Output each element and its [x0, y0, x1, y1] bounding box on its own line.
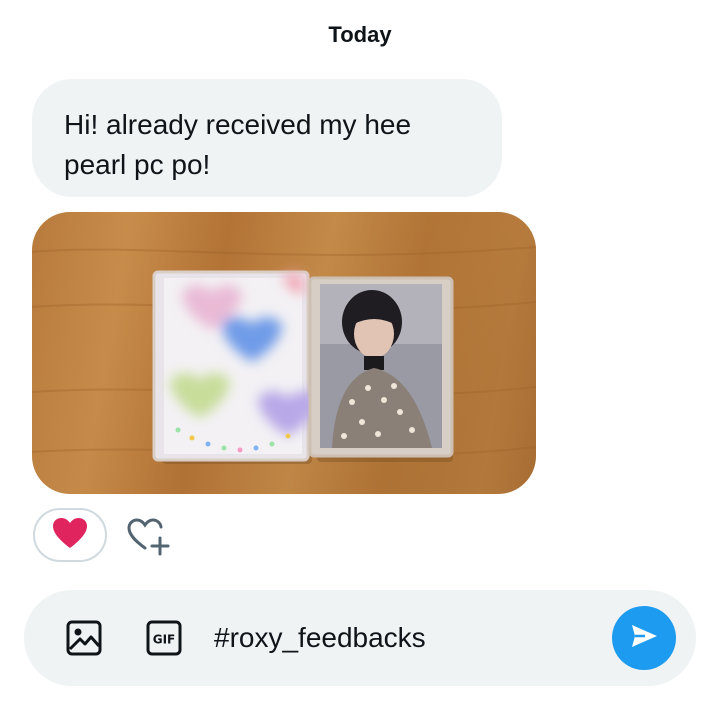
send-button[interactable] — [612, 606, 676, 670]
heart-icon — [52, 517, 88, 554]
add-reaction-button[interactable] — [126, 516, 172, 556]
photocard-hearts — [152, 270, 318, 462]
send-arrow-icon — [629, 621, 659, 656]
photocard-portrait — [308, 276, 454, 458]
heart-reaction-button[interactable] — [33, 508, 107, 562]
message-input[interactable]: #roxy_feedbacks — [214, 620, 426, 656]
message-photo[interactable] — [32, 212, 536, 494]
message-text: Hi! already received my hee pearl pc po! — [64, 109, 412, 180]
message-composer: GIF #roxy_feedbacks — [24, 590, 696, 686]
gif-icon[interactable]: GIF — [146, 620, 182, 656]
svg-text:GIF: GIF — [153, 633, 176, 647]
heart-plus-icon — [126, 518, 172, 560]
message-bubble[interactable]: Hi! already received my hee pearl pc po! — [32, 79, 502, 197]
image-icon[interactable] — [66, 620, 102, 656]
date-header: Today — [328, 22, 392, 47]
